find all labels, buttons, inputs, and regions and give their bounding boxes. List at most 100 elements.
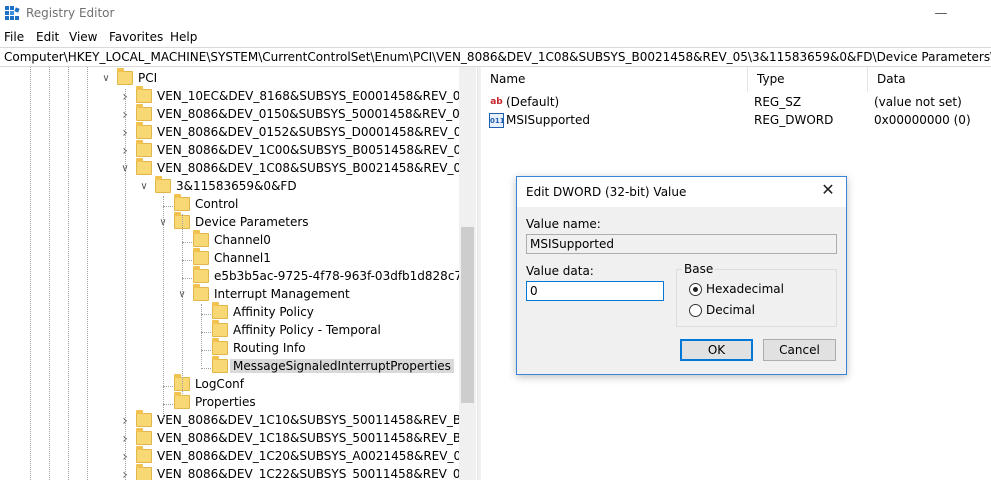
value-name-field[interactable]: MSISupported bbox=[526, 234, 837, 254]
tree-node[interactable]: › VEN_10EC&DEV_8168&SUBSYS_E0001458&REV_0… bbox=[119, 86, 477, 106]
tree-scrollbar[interactable] bbox=[459, 67, 476, 480]
value-type: REG_DWORD bbox=[754, 113, 834, 127]
tree-node[interactable]: ∨ 3&11583659&0&FD bbox=[138, 176, 477, 196]
tree-node-label: VEN_8086&DEV_0152&SUBSYS_D0001458&REV_09 bbox=[157, 125, 470, 139]
expanded-chevron-icon[interactable]: ∨ bbox=[138, 180, 150, 194]
menu-help[interactable]: Help bbox=[170, 30, 197, 44]
tree-node[interactable]: e5b3b5ac-9725-4f78-963f-03dfb1d828c7 bbox=[176, 266, 477, 286]
folder-icon bbox=[136, 86, 152, 103]
radio-decimal[interactable]: Decimal bbox=[689, 303, 809, 319]
column-header-data[interactable]: Data bbox=[868, 67, 991, 92]
menu-edit[interactable]: Edit bbox=[36, 30, 59, 44]
tree-guide-line bbox=[30, 67, 31, 480]
tree-node[interactable]: › VEN_8086&DEV_0150&SUBSYS_50001458&REV_0… bbox=[119, 104, 477, 124]
menu-bar: File Edit View Favorites Help bbox=[0, 27, 991, 47]
title-bar: Registry Editor — bbox=[0, 0, 991, 27]
tree-node[interactable]: MessageSignaledInterruptProperties bbox=[195, 356, 477, 376]
value-name-label: Value name: bbox=[526, 217, 601, 231]
menu-file[interactable]: File bbox=[4, 30, 24, 44]
tree-scrollbar-thumb[interactable] bbox=[461, 227, 474, 403]
tree-node[interactable]: › VEN_8086&DEV_0152&SUBSYS_D0001458&REV_0… bbox=[119, 122, 477, 142]
dialog-close-button[interactable]: ✕ bbox=[818, 180, 838, 199]
tree-connector-line bbox=[201, 332, 211, 333]
value-data: 0x00000000 (0) bbox=[874, 113, 971, 127]
tree-node-label: Affinity Policy bbox=[233, 305, 314, 319]
tree-node-label: VEN_8086&DEV_1C10&SUBSYS_50011458&REV_B5 bbox=[157, 413, 469, 427]
tree-connector-line bbox=[182, 278, 192, 279]
cancel-button[interactable]: Cancel bbox=[763, 339, 836, 361]
tree-node-label: e5b3b5ac-9725-4f78-963f-03dfb1d828c7 bbox=[214, 269, 463, 283]
dialog-body: Value name: MSISupported Value data: 0 B… bbox=[517, 207, 846, 374]
key-tree[interactable]: ∨ PCI › VEN_10EC&DEV_8168&SUBSYS_E0001458&R… bbox=[0, 67, 477, 480]
folder-icon bbox=[136, 464, 152, 480]
tree-node-label: PCI bbox=[138, 71, 158, 85]
folder-icon bbox=[136, 410, 152, 427]
folder-icon bbox=[155, 176, 171, 193]
minimize-button[interactable]: — bbox=[918, 0, 964, 27]
tree-node[interactable]: › VEN_8086&DEV_1C22&SUBSYS_50011458&REV_0… bbox=[119, 464, 477, 480]
folder-icon bbox=[193, 266, 209, 283]
tree-node[interactable]: Control bbox=[157, 194, 477, 214]
tree-guide-line bbox=[163, 196, 164, 420]
tree-node-label: VEN_8086&DEV_1C20&SUBSYS_A0021458&REV_05 bbox=[157, 449, 469, 463]
value-data-field[interactable]: 0 bbox=[526, 281, 664, 301]
value-row[interactable]: ab (Default) REG_SZ (value not set) bbox=[481, 94, 991, 112]
tree-connector-line bbox=[201, 350, 211, 351]
tree-node[interactable]: ∨ VEN_8086&DEV_1C08&SUBSYS_B0021458&REV_0… bbox=[119, 158, 477, 178]
tree-node-label: Channel1 bbox=[214, 251, 271, 265]
tree-node[interactable]: › VEN_8086&DEV_1C18&SUBSYS_50011458&REV_B… bbox=[119, 428, 477, 448]
tree-node[interactable]: Routing Info bbox=[195, 338, 477, 358]
tree-node[interactable]: › VEN_8086&DEV_1C20&SUBSYS_A0021458&REV_0… bbox=[119, 446, 477, 466]
base-group-label: Base bbox=[682, 262, 716, 276]
value-data: (value not set) bbox=[874, 95, 962, 109]
tree-node-label: VEN_8086&DEV_1C22&SUBSYS_50011458&REV_05 bbox=[157, 467, 469, 480]
tree-node-label: VEN_10EC&DEV_8168&SUBSYS_E0001458&REV_0C bbox=[157, 89, 469, 103]
tree-connector-line bbox=[182, 242, 192, 243]
tree-connector-line bbox=[182, 260, 192, 261]
folder-icon bbox=[136, 140, 152, 157]
tree-connector-line bbox=[163, 386, 173, 387]
column-header-name[interactable]: Name bbox=[481, 67, 748, 92]
folder-icon bbox=[174, 194, 190, 211]
menu-view[interactable]: View bbox=[69, 30, 97, 44]
tree-node[interactable]: Channel0 bbox=[176, 230, 477, 250]
tree-connector-line bbox=[163, 404, 173, 405]
tree-connector-line bbox=[201, 368, 211, 369]
menu-favorites[interactable]: Favorites bbox=[109, 30, 163, 44]
tree-node[interactable]: › VEN_8086&DEV_1C00&SUBSYS_B0051458&REV_0… bbox=[119, 140, 477, 160]
tree-node-label: MessageSignaledInterruptProperties bbox=[230, 359, 454, 373]
tree-node[interactable]: › VEN_8086&DEV_1C10&SUBSYS_50011458&REV_B… bbox=[119, 410, 477, 430]
tree-node-label: LogConf bbox=[195, 377, 244, 391]
tree-guide-line bbox=[68, 67, 69, 480]
value-row[interactable]: 011 MSISupported REG_DWORD 0x00000000 (0… bbox=[481, 112, 991, 130]
radio-selected-icon bbox=[689, 283, 702, 296]
tree-node[interactable]: ∨ PCI bbox=[100, 68, 477, 88]
folder-icon bbox=[212, 302, 228, 319]
tree-node[interactable]: Channel1 bbox=[176, 248, 477, 268]
radio-hexadecimal[interactable]: Hexadecimal bbox=[689, 282, 809, 298]
address-path[interactable]: Computer\HKEY_LOCAL_MACHINE\SYSTEM\Curre… bbox=[4, 50, 991, 64]
tree-node-label: Affinity Policy - Temporal bbox=[233, 323, 381, 337]
tree-node[interactable]: Affinity Policy - Temporal bbox=[195, 320, 477, 340]
tree-node[interactable]: LogConf bbox=[157, 374, 477, 394]
folder-icon bbox=[193, 230, 209, 247]
ok-button[interactable]: OK bbox=[680, 339, 753, 361]
tree-node-label: Device Parameters bbox=[195, 215, 309, 229]
folder-icon bbox=[174, 392, 190, 409]
folder-icon bbox=[117, 68, 133, 85]
address-bar[interactable]: Computer\HKEY_LOCAL_MACHINE\SYSTEM\Curre… bbox=[0, 47, 991, 67]
tree-node-label: VEN_8086&DEV_1C08&SUBSYS_B0021458&REV_05 bbox=[157, 161, 469, 175]
radio-hexadecimal-label: Hexadecimal bbox=[706, 282, 784, 296]
folder-icon bbox=[136, 446, 152, 463]
folder-icon bbox=[193, 284, 209, 301]
tree-node[interactable]: ∨ Device Parameters bbox=[157, 212, 477, 232]
expanded-chevron-icon[interactable]: ∨ bbox=[100, 72, 112, 86]
tree-node-label: Control bbox=[195, 197, 239, 211]
tree-node[interactable]: ∨ Interrupt Management bbox=[176, 284, 477, 304]
tree-connector-line bbox=[201, 314, 211, 315]
tree-node-label: Channel0 bbox=[214, 233, 271, 247]
close-icon: ✕ bbox=[821, 180, 835, 199]
column-header-type[interactable]: Type bbox=[748, 67, 868, 92]
tree-node[interactable]: Affinity Policy bbox=[195, 302, 477, 322]
tree-node[interactable]: Properties bbox=[157, 392, 477, 412]
